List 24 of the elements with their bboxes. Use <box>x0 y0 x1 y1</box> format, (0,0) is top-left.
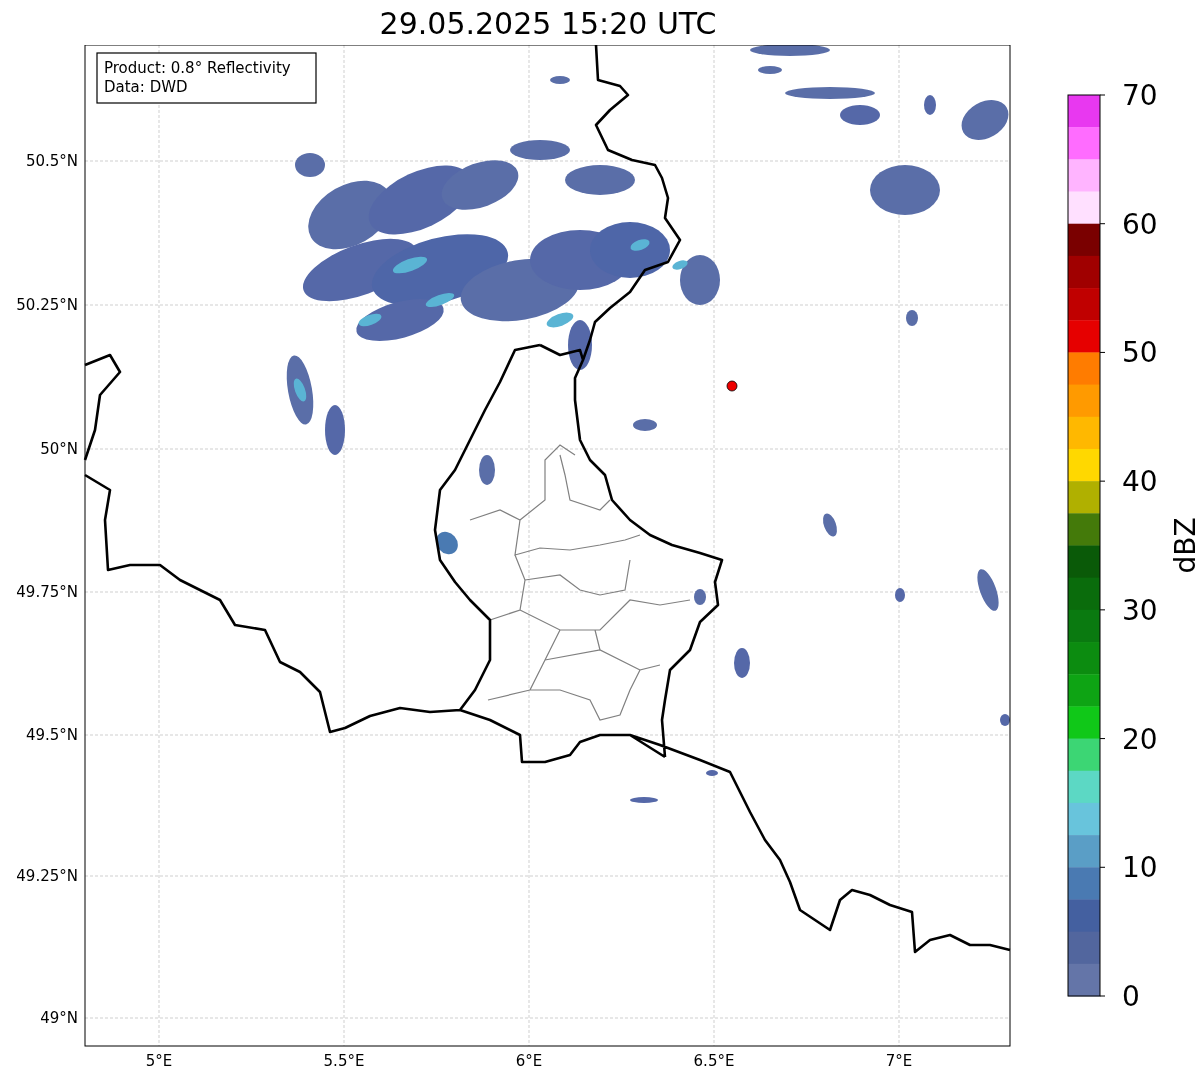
longitude-label: 5°E <box>145 1052 173 1070</box>
info-line: Product: 0.8° Reflectivity <box>104 59 291 77</box>
latitude-label: 49.75°N <box>16 583 78 601</box>
colorbar-label: dBZ <box>1169 517 1202 574</box>
colorbar-tick-label: 10 <box>1122 851 1158 885</box>
latitude-label: 50.25°N <box>16 296 78 314</box>
latitude-label: 49.5°N <box>25 726 78 744</box>
colorbar-tick-label: 70 <box>1122 79 1158 112</box>
longitude-label: 6°E <box>515 1052 543 1070</box>
info-line: Data: DWD <box>104 78 188 96</box>
colorbar-tick-label: 30 <box>1122 593 1158 627</box>
colorbar-tick-label: 60 <box>1122 207 1158 241</box>
colorbar-tick-label: 50 <box>1122 336 1158 370</box>
longitude-label: 7°E <box>885 1052 913 1070</box>
longitude-label: 5.5°E <box>323 1052 365 1070</box>
colorbar-tick-label: 40 <box>1122 465 1158 499</box>
latitude-label: 49°N <box>40 1009 78 1027</box>
colorbar-tick-label: 20 <box>1122 722 1158 756</box>
latitude-label: 50.5°N <box>25 152 78 170</box>
plot-title: 29.05.2025 15:20 UTC <box>379 5 717 43</box>
colorbar-tick-label: 0 <box>1122 980 1140 1013</box>
latitude-label: 49.25°N <box>16 867 78 885</box>
longitude-label: 6.5°E <box>693 1052 735 1070</box>
latitude-label: 50°N <box>40 440 78 458</box>
